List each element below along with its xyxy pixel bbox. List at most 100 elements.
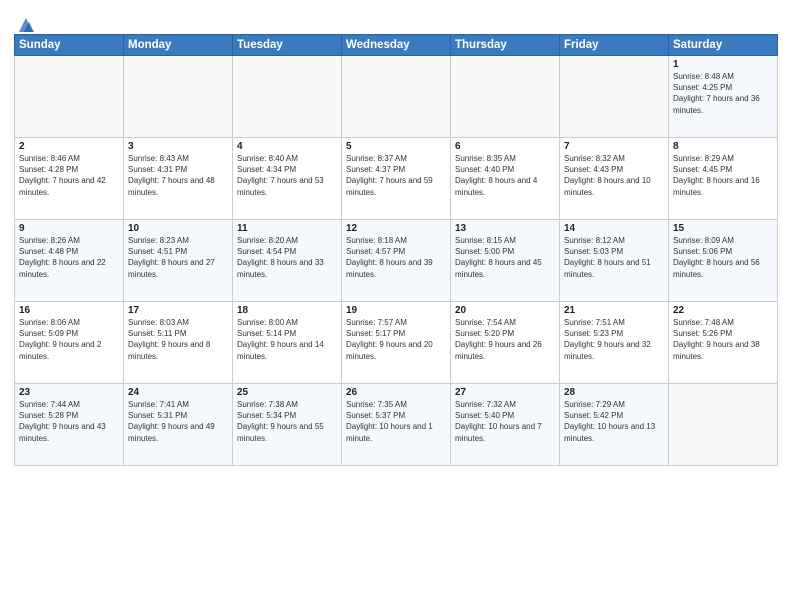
header-row — [14, 10, 778, 30]
day-number: 27 — [455, 387, 555, 398]
calendar-cell — [124, 56, 233, 138]
calendar-week-row: 23Sunrise: 7:44 AM Sunset: 5:28 PM Dayli… — [15, 384, 778, 466]
calendar-week-row: 16Sunrise: 8:06 AM Sunset: 5:09 PM Dayli… — [15, 302, 778, 384]
day-info: Sunrise: 8:12 AM Sunset: 5:03 PM Dayligh… — [564, 235, 664, 280]
calendar-cell: 18Sunrise: 8:00 AM Sunset: 5:14 PM Dayli… — [233, 302, 342, 384]
calendar-cell: 20Sunrise: 7:54 AM Sunset: 5:20 PM Dayli… — [451, 302, 560, 384]
day-number: 1 — [673, 59, 773, 70]
day-info: Sunrise: 7:51 AM Sunset: 5:23 PM Dayligh… — [564, 317, 664, 362]
logo — [14, 14, 38, 30]
weekday-header: Sunday — [15, 35, 124, 56]
day-info: Sunrise: 7:41 AM Sunset: 5:31 PM Dayligh… — [128, 399, 228, 444]
day-info: Sunrise: 8:09 AM Sunset: 5:06 PM Dayligh… — [673, 235, 773, 280]
day-number: 14 — [564, 223, 664, 234]
day-info: Sunrise: 7:57 AM Sunset: 5:17 PM Dayligh… — [346, 317, 446, 362]
day-info: Sunrise: 7:29 AM Sunset: 5:42 PM Dayligh… — [564, 399, 664, 444]
calendar-cell — [669, 384, 778, 466]
day-number: 12 — [346, 223, 446, 234]
day-info: Sunrise: 8:32 AM Sunset: 4:43 PM Dayligh… — [564, 153, 664, 198]
day-info: Sunrise: 8:46 AM Sunset: 4:28 PM Dayligh… — [19, 153, 119, 198]
calendar-cell: 8Sunrise: 8:29 AM Sunset: 4:45 PM Daylig… — [669, 138, 778, 220]
day-info: Sunrise: 7:32 AM Sunset: 5:40 PM Dayligh… — [455, 399, 555, 444]
calendar-cell: 3Sunrise: 8:43 AM Sunset: 4:31 PM Daylig… — [124, 138, 233, 220]
day-info: Sunrise: 7:48 AM Sunset: 5:26 PM Dayligh… — [673, 317, 773, 362]
day-info: Sunrise: 8:00 AM Sunset: 5:14 PM Dayligh… — [237, 317, 337, 362]
day-number: 6 — [455, 141, 555, 152]
day-number: 16 — [19, 305, 119, 316]
calendar-week-row: 1Sunrise: 8:48 AM Sunset: 4:25 PM Daylig… — [15, 56, 778, 138]
calendar-cell: 22Sunrise: 7:48 AM Sunset: 5:26 PM Dayli… — [669, 302, 778, 384]
calendar-cell: 11Sunrise: 8:20 AM Sunset: 4:54 PM Dayli… — [233, 220, 342, 302]
calendar-cell: 7Sunrise: 8:32 AM Sunset: 4:43 PM Daylig… — [560, 138, 669, 220]
calendar-cell — [15, 56, 124, 138]
day-info: Sunrise: 7:35 AM Sunset: 5:37 PM Dayligh… — [346, 399, 446, 444]
calendar-cell: 25Sunrise: 7:38 AM Sunset: 5:34 PM Dayli… — [233, 384, 342, 466]
calendar-cell: 24Sunrise: 7:41 AM Sunset: 5:31 PM Dayli… — [124, 384, 233, 466]
calendar-cell: 4Sunrise: 8:40 AM Sunset: 4:34 PM Daylig… — [233, 138, 342, 220]
day-number: 10 — [128, 223, 228, 234]
calendar-cell: 19Sunrise: 7:57 AM Sunset: 5:17 PM Dayli… — [342, 302, 451, 384]
day-number: 3 — [128, 141, 228, 152]
day-number: 22 — [673, 305, 773, 316]
day-number: 23 — [19, 387, 119, 398]
day-info: Sunrise: 8:20 AM Sunset: 4:54 PM Dayligh… — [237, 235, 337, 280]
day-number: 2 — [19, 141, 119, 152]
calendar-cell: 5Sunrise: 8:37 AM Sunset: 4:37 PM Daylig… — [342, 138, 451, 220]
day-number: 9 — [19, 223, 119, 234]
calendar-cell: 6Sunrise: 8:35 AM Sunset: 4:40 PM Daylig… — [451, 138, 560, 220]
weekday-header: Saturday — [669, 35, 778, 56]
day-info: Sunrise: 8:06 AM Sunset: 5:09 PM Dayligh… — [19, 317, 119, 362]
calendar-cell: 23Sunrise: 7:44 AM Sunset: 5:28 PM Dayli… — [15, 384, 124, 466]
day-number: 8 — [673, 141, 773, 152]
calendar-cell: 26Sunrise: 7:35 AM Sunset: 5:37 PM Dayli… — [342, 384, 451, 466]
day-number: 17 — [128, 305, 228, 316]
day-number: 15 — [673, 223, 773, 234]
day-number: 21 — [564, 305, 664, 316]
day-info: Sunrise: 8:26 AM Sunset: 4:48 PM Dayligh… — [19, 235, 119, 280]
calendar-cell — [451, 56, 560, 138]
day-info: Sunrise: 8:40 AM Sunset: 4:34 PM Dayligh… — [237, 153, 337, 198]
day-number: 18 — [237, 305, 337, 316]
day-number: 25 — [237, 387, 337, 398]
weekday-header: Monday — [124, 35, 233, 56]
day-number: 19 — [346, 305, 446, 316]
calendar-cell: 9Sunrise: 8:26 AM Sunset: 4:48 PM Daylig… — [15, 220, 124, 302]
day-number: 13 — [455, 223, 555, 234]
day-number: 28 — [564, 387, 664, 398]
day-info: Sunrise: 8:03 AM Sunset: 5:11 PM Dayligh… — [128, 317, 228, 362]
calendar-cell — [342, 56, 451, 138]
day-info: Sunrise: 7:38 AM Sunset: 5:34 PM Dayligh… — [237, 399, 337, 444]
weekday-header: Thursday — [451, 35, 560, 56]
weekday-header: Tuesday — [233, 35, 342, 56]
day-info: Sunrise: 7:44 AM Sunset: 5:28 PM Dayligh… — [19, 399, 119, 444]
calendar-cell — [560, 56, 669, 138]
calendar-cell: 16Sunrise: 8:06 AM Sunset: 5:09 PM Dayli… — [15, 302, 124, 384]
day-number: 7 — [564, 141, 664, 152]
day-number: 20 — [455, 305, 555, 316]
calendar-cell: 1Sunrise: 8:48 AM Sunset: 4:25 PM Daylig… — [669, 56, 778, 138]
day-info: Sunrise: 7:54 AM Sunset: 5:20 PM Dayligh… — [455, 317, 555, 362]
day-number: 11 — [237, 223, 337, 234]
calendar-week-row: 9Sunrise: 8:26 AM Sunset: 4:48 PM Daylig… — [15, 220, 778, 302]
calendar-cell: 13Sunrise: 8:15 AM Sunset: 5:00 PM Dayli… — [451, 220, 560, 302]
day-info: Sunrise: 8:43 AM Sunset: 4:31 PM Dayligh… — [128, 153, 228, 198]
day-number: 5 — [346, 141, 446, 152]
calendar-cell: 2Sunrise: 8:46 AM Sunset: 4:28 PM Daylig… — [15, 138, 124, 220]
calendar-cell: 12Sunrise: 8:18 AM Sunset: 4:57 PM Dayli… — [342, 220, 451, 302]
day-number: 26 — [346, 387, 446, 398]
weekday-header: Wednesday — [342, 35, 451, 56]
calendar-cell: 10Sunrise: 8:23 AM Sunset: 4:51 PM Dayli… — [124, 220, 233, 302]
day-info: Sunrise: 8:48 AM Sunset: 4:25 PM Dayligh… — [673, 71, 773, 116]
day-info: Sunrise: 8:29 AM Sunset: 4:45 PM Dayligh… — [673, 153, 773, 198]
calendar-week-row: 2Sunrise: 8:46 AM Sunset: 4:28 PM Daylig… — [15, 138, 778, 220]
day-info: Sunrise: 8:23 AM Sunset: 4:51 PM Dayligh… — [128, 235, 228, 280]
calendar-table: SundayMondayTuesdayWednesdayThursdayFrid… — [14, 34, 778, 466]
page-container: SundayMondayTuesdayWednesdayThursdayFrid… — [0, 0, 792, 474]
day-number: 4 — [237, 141, 337, 152]
day-number: 24 — [128, 387, 228, 398]
calendar-cell — [233, 56, 342, 138]
day-info: Sunrise: 8:37 AM Sunset: 4:37 PM Dayligh… — [346, 153, 446, 198]
calendar-cell: 15Sunrise: 8:09 AM Sunset: 5:06 PM Dayli… — [669, 220, 778, 302]
calendar-cell: 21Sunrise: 7:51 AM Sunset: 5:23 PM Dayli… — [560, 302, 669, 384]
weekday-header-row: SundayMondayTuesdayWednesdayThursdayFrid… — [15, 35, 778, 56]
